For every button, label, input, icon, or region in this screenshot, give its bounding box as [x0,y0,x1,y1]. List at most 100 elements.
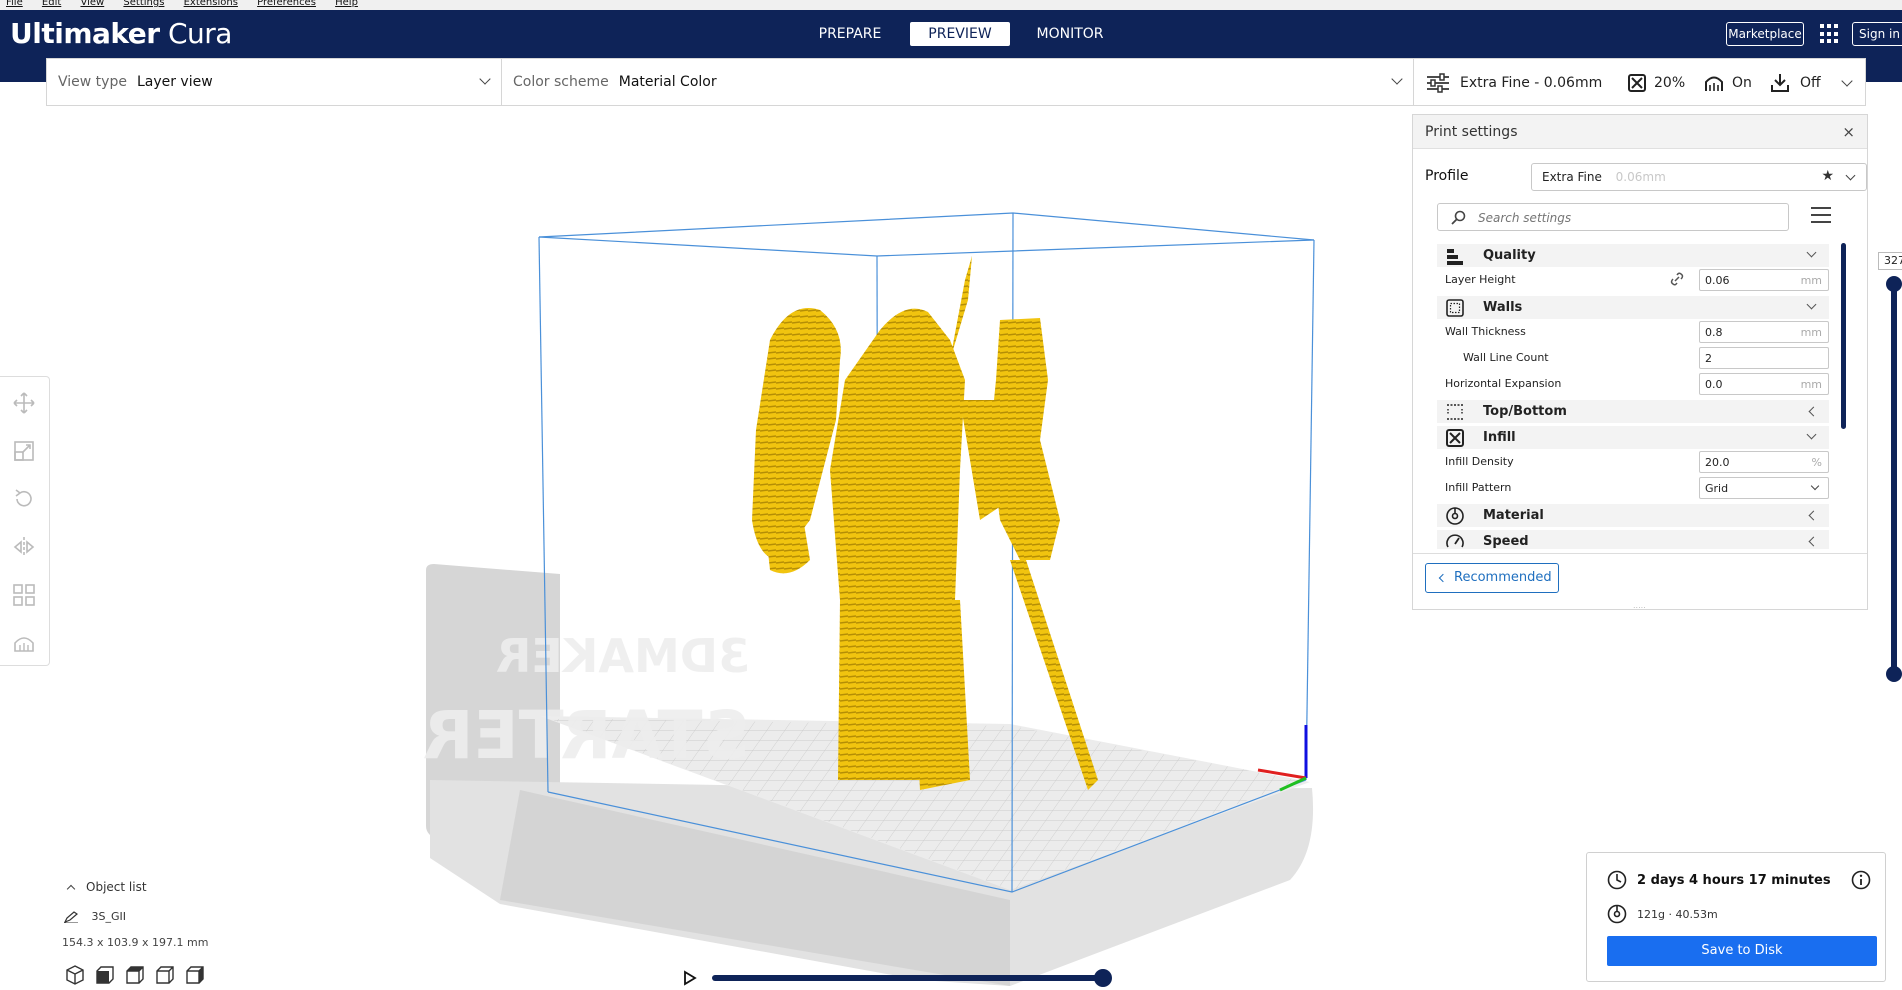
setting-horizontal-expansion: Horizontal Expansion 0.0 mm [1437,371,1829,397]
chevron-left-icon [1438,573,1448,583]
quality-icon [1447,249,1463,265]
tab-preview[interactable]: PREVIEW [910,22,1010,46]
panel-resize-grip[interactable]: ..... [1633,601,1646,610]
settings-scrollbar[interactable] [1841,243,1846,429]
rotate-tool-icon[interactable] [12,487,36,511]
search-input[interactable] [1478,208,1778,228]
layer-slider-upper-handle[interactable] [1886,276,1902,292]
logo-light: Cura [159,17,232,50]
tab-monitor[interactable]: MONITOR [1020,22,1120,46]
profile-label: Profile [1425,168,1469,184]
menu-settings[interactable]: Settings [123,0,164,8]
chevron-down-icon [1841,75,1853,87]
info-icon[interactable] [1851,870,1871,890]
simulation-slider-handle[interactable] [1094,969,1112,987]
layer-height-field[interactable]: 0.06 mm [1699,269,1829,291]
menu-file[interactable]: File [6,0,23,8]
wall-line-count-field[interactable]: 2 [1699,347,1829,369]
svg-text:STARTER: STARTER [423,697,750,774]
field-value: 20.0 [1705,456,1730,469]
horizontal-expansion-field[interactable]: 0.0 mm [1699,373,1829,395]
per-model-settings-icon[interactable] [12,583,36,607]
clock-icon [1607,870,1627,890]
save-to-disk-button[interactable]: Save to Disk [1607,936,1877,966]
setting-layer-height: Layer Height 0.06 mm [1437,267,1829,293]
print-setup-selector[interactable]: Extra Fine - 0.06mm 20% On Off [1414,58,1866,106]
object-list-toggle[interactable]: Object list [66,880,216,894]
chevron-down-icon [1845,170,1856,181]
simulation-slider-track[interactable] [712,975,1102,981]
chevron-down-icon [1391,73,1403,85]
profile-layer-height: 0.06mm [1615,170,1666,184]
infill-icon [1446,429,1464,447]
menu-view[interactable]: View [80,0,104,8]
field-value: 0.06 [1705,274,1730,287]
category-material[interactable]: Material [1437,504,1829,527]
category-quality[interactable]: Quality [1437,244,1829,267]
setting-label: Layer Height [1445,273,1516,286]
category-label: Speed [1483,534,1529,549]
field-unit: mm [1800,274,1822,287]
settings-visibility-menu-icon[interactable] [1811,207,1831,225]
menu-extensions[interactable]: Extensions [184,0,238,8]
layer-slider-track[interactable] [1891,278,1897,674]
panel-title: Print settings [1425,124,1518,140]
menu-edit[interactable]: Edit [42,0,61,8]
setting-label: Infill Density [1445,455,1514,468]
setting-wall-line-count: Wall Line Count 2 [1437,345,1829,371]
marketplace-button[interactable]: Marketplace [1726,22,1804,46]
move-tool-icon[interactable] [12,391,36,415]
field-unit: mm [1800,326,1822,339]
setting-label: Infill Pattern [1445,481,1512,494]
print-information-panel: 2 days 4 hours 17 minutes 121g · 40.53m … [1586,852,1886,982]
menu-preferences[interactable]: Preferences [257,0,316,8]
close-icon[interactable]: × [1842,123,1855,141]
apps-grid-icon[interactable] [1820,24,1840,44]
field-unit: mm [1800,378,1822,391]
profile-summary: Extra Fine - 0.06mm [1426,59,1602,107]
field-value: 2 [1705,352,1712,365]
chevron-down-icon [1806,429,1817,440]
right-view-icon[interactable] [184,964,206,986]
support-blocker-icon[interactable] [12,631,36,655]
category-topbottom[interactable]: Top/Bottom [1437,400,1829,423]
mirror-tool-icon[interactable] [12,535,36,559]
front-view-icon[interactable] [94,964,116,986]
link-icon[interactable] [1669,271,1685,287]
category-label: Top/Bottom [1483,404,1567,419]
color-scheme-value: Material Color [618,74,717,90]
color-scheme-dropdown[interactable]: Color scheme Material Color [502,59,1413,105]
chevron-down-icon [479,73,491,85]
wall-thickness-field[interactable]: 0.8 mm [1699,321,1829,343]
category-label: Quality [1483,248,1536,263]
scale-tool-icon[interactable] [12,439,36,463]
field-value: Grid [1705,482,1729,495]
infill-density-field[interactable]: 20.0 % [1699,451,1829,473]
profile-dropdown[interactable]: Extra Fine 0.06mm ★ [1531,163,1867,191]
3d-view-icon[interactable] [64,964,86,986]
setting-infill-pattern: Infill Pattern Grid [1437,475,1829,501]
category-infill[interactable]: Infill [1437,426,1829,449]
object-name-row[interactable]: 3S_GII [63,910,264,924]
field-unit: % [1811,456,1822,469]
play-icon[interactable] [683,970,697,986]
category-walls[interactable]: Walls [1437,296,1829,319]
view-type-dropdown[interactable]: View type Layer view [47,59,502,105]
left-view-icon[interactable] [154,964,176,986]
menu-bar: File Edit View Settings Extensions Prefe… [0,0,1902,10]
star-icon[interactable]: ★ [1821,168,1834,184]
menu-help[interactable]: Help [335,0,358,8]
chevron-left-icon [1808,406,1819,417]
infill-pattern-dropdown[interactable]: Grid [1699,477,1829,499]
tab-prepare[interactable]: PREPARE [800,22,900,46]
transform-toolbar [0,376,50,666]
layer-number-field[interactable]: 327 [1878,252,1902,270]
top-view-icon[interactable] [124,964,146,986]
recommended-button[interactable]: Recommended [1425,563,1559,593]
sign-in-button[interactable]: Sign in [1852,22,1902,46]
setting-label: Wall Line Count [1463,351,1549,364]
category-speed[interactable]: Speed [1437,530,1829,549]
layer-slider-lower-handle[interactable] [1886,666,1902,682]
topbottom-icon [1447,404,1463,420]
category-label: Walls [1483,300,1523,315]
